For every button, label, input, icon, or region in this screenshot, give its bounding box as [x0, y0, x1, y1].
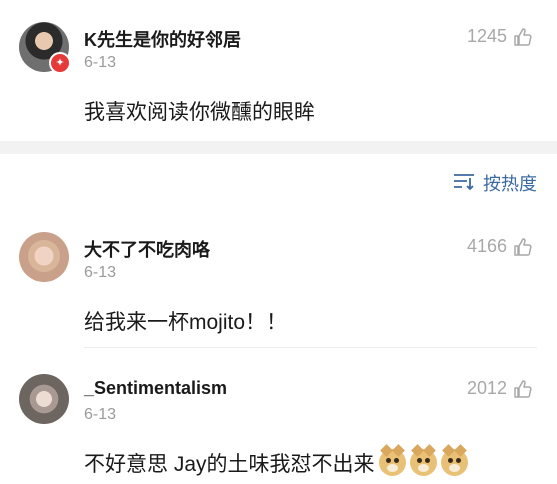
doge-icon: [409, 444, 437, 476]
thumbs-up-icon: [513, 27, 533, 47]
doge-icon: [378, 444, 406, 476]
section-separator: [0, 141, 557, 154]
divider: [84, 347, 537, 348]
comment-item: 大不了不吃肉咯 6-13 4166 给我来一杯mojito！！: [0, 232, 557, 334]
like-count: 4166: [466, 236, 507, 256]
avatar[interactable]: [19, 374, 69, 424]
avatar[interactable]: [19, 232, 69, 282]
sort-button[interactable]: 按热度: [453, 170, 537, 196]
like-button[interactable]: 1245: [467, 26, 533, 47]
avatar[interactable]: ✦: [19, 22, 71, 74]
like-count: 2012: [466, 378, 507, 398]
comment-item: _Sentimentalism 6-13 2012 不好意思 Jay的土味我怼不…: [0, 374, 557, 484]
comment-date: 6-13: [84, 406, 117, 423]
comment-top: ✦ K先生是你的好邻居 6-13 1245 我喜欢阅读你微醺的眼眸: [0, 22, 557, 132]
comment-text: 给我来一杯mojito！！: [84, 311, 288, 334]
username[interactable]: 大不了不吃肉咯: [84, 236, 210, 262]
like-button[interactable]: 4166: [467, 236, 533, 257]
sort-label: 按热度: [483, 174, 537, 194]
sort-icon: [453, 172, 475, 195]
comment-text: 不好意思 Jay的土味我怼不出来: [84, 453, 375, 476]
username[interactable]: _Sentimentalism: [84, 378, 227, 399]
thumbs-up-icon: [513, 379, 533, 399]
doge-icon: [440, 444, 468, 476]
verified-badge-icon: ✦: [49, 52, 71, 74]
like-count: 1245: [466, 26, 507, 46]
like-button[interactable]: 2012: [467, 378, 533, 399]
thumbs-up-icon: [513, 237, 533, 257]
username[interactable]: K先生是你的好邻居: [84, 26, 241, 52]
comment-date: 6-13: [84, 54, 117, 71]
comment-text: 我喜欢阅读你微醺的眼眸: [84, 101, 315, 124]
comment-text-row: 不好意思 Jay的土味我怼不出来: [84, 444, 468, 478]
comment-date: 6-13: [84, 264, 117, 281]
